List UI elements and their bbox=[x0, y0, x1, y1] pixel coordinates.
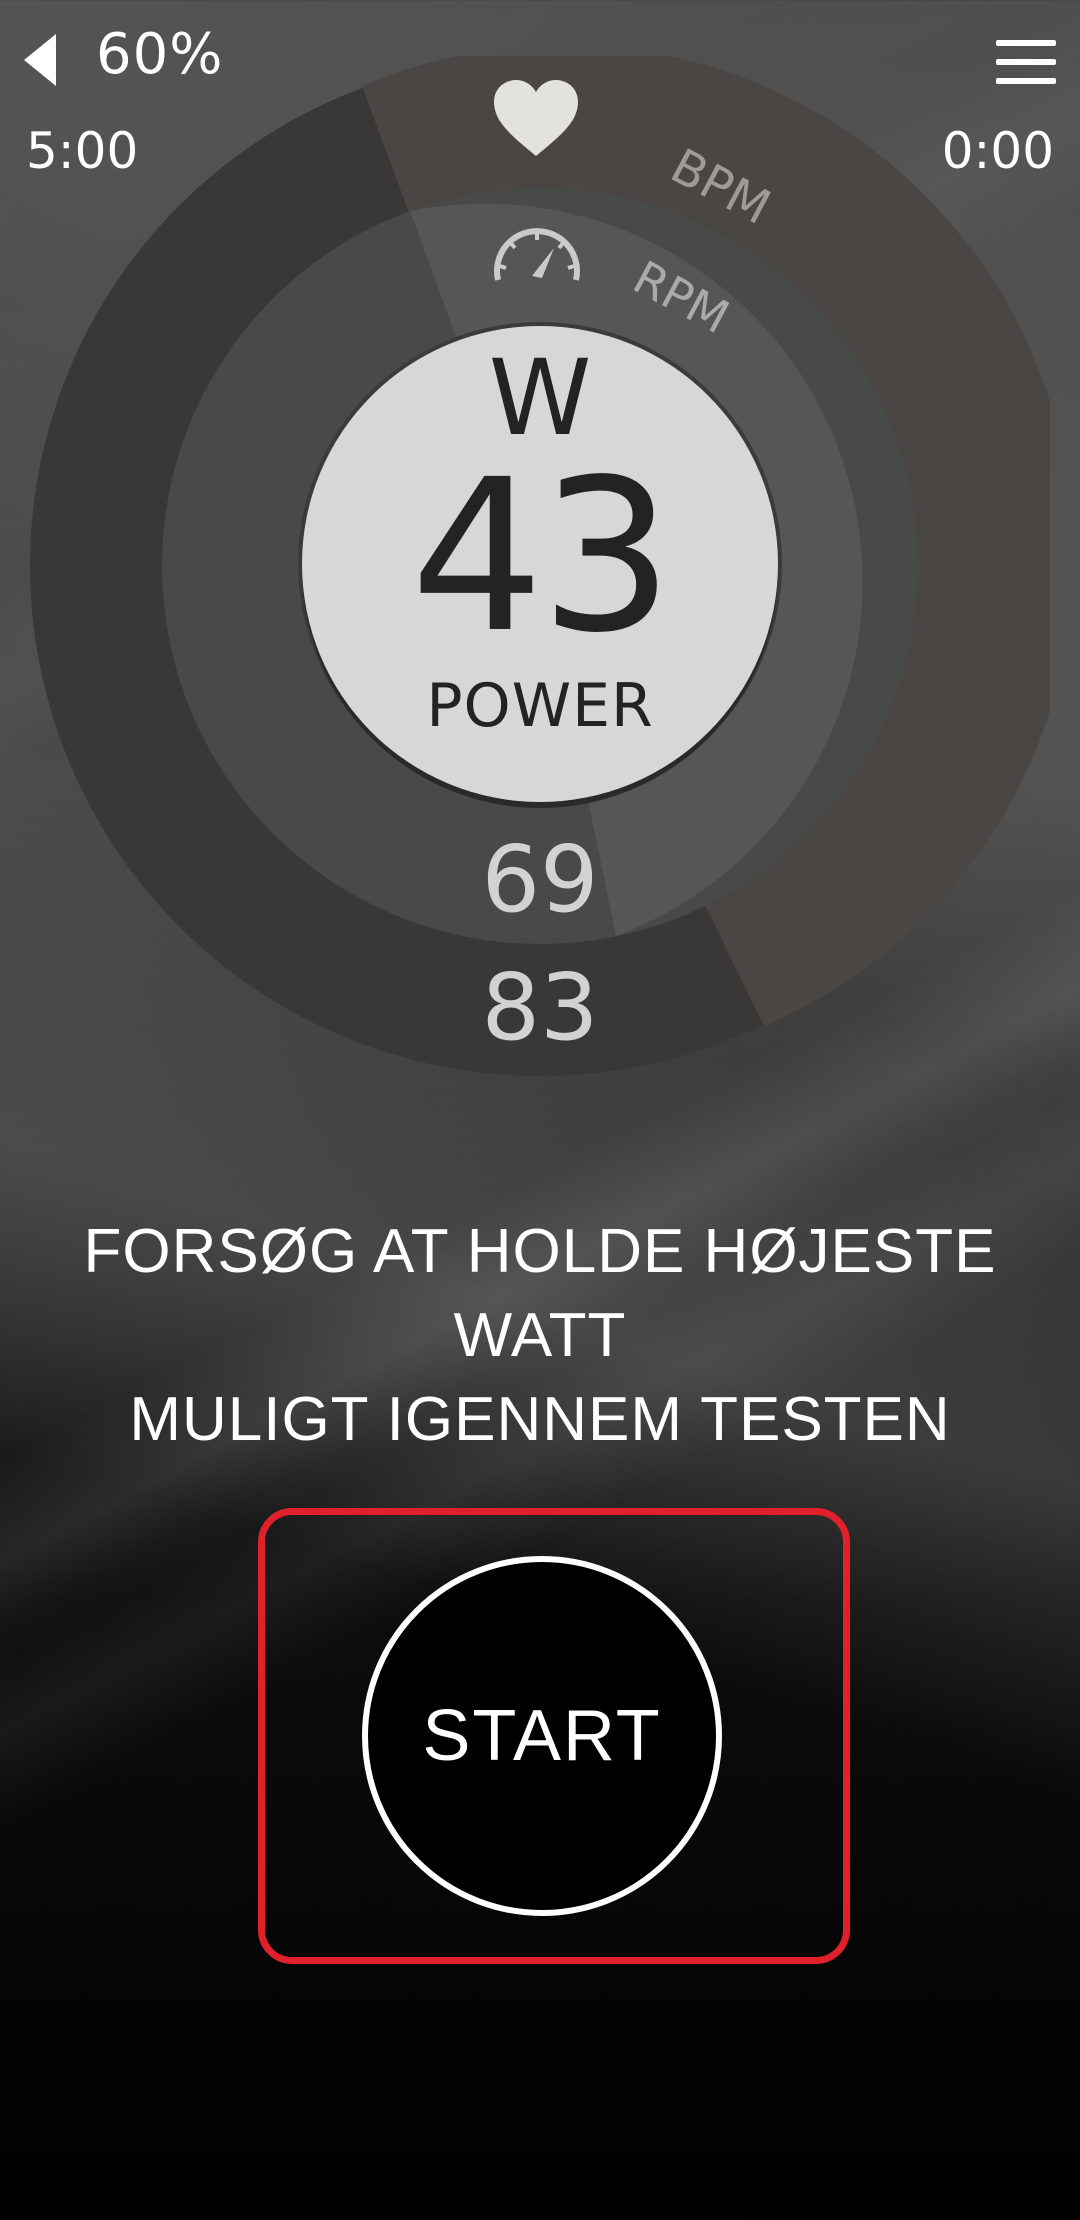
speedometer-icon bbox=[490, 218, 584, 288]
power-display: W 43 POWER bbox=[302, 326, 778, 802]
bpm-value: 83 bbox=[481, 954, 599, 1061]
power-label: POWER bbox=[426, 671, 654, 741]
instruction-line: FORSØG AT HOLDE HØJESTE bbox=[83, 1217, 997, 1286]
rpm-value: 69 bbox=[481, 826, 599, 933]
power-value: 43 bbox=[410, 434, 673, 679]
instruction-text: FORSØG AT HOLDE HØJESTE WATT MULIGT IGEN… bbox=[0, 1210, 1080, 1462]
instruction-line: WATT bbox=[453, 1301, 627, 1370]
heart-icon bbox=[492, 78, 580, 158]
start-button[interactable]: START bbox=[362, 1556, 722, 1916]
instruction-line: MULIGT IGENNEM TESTEN bbox=[129, 1385, 951, 1454]
